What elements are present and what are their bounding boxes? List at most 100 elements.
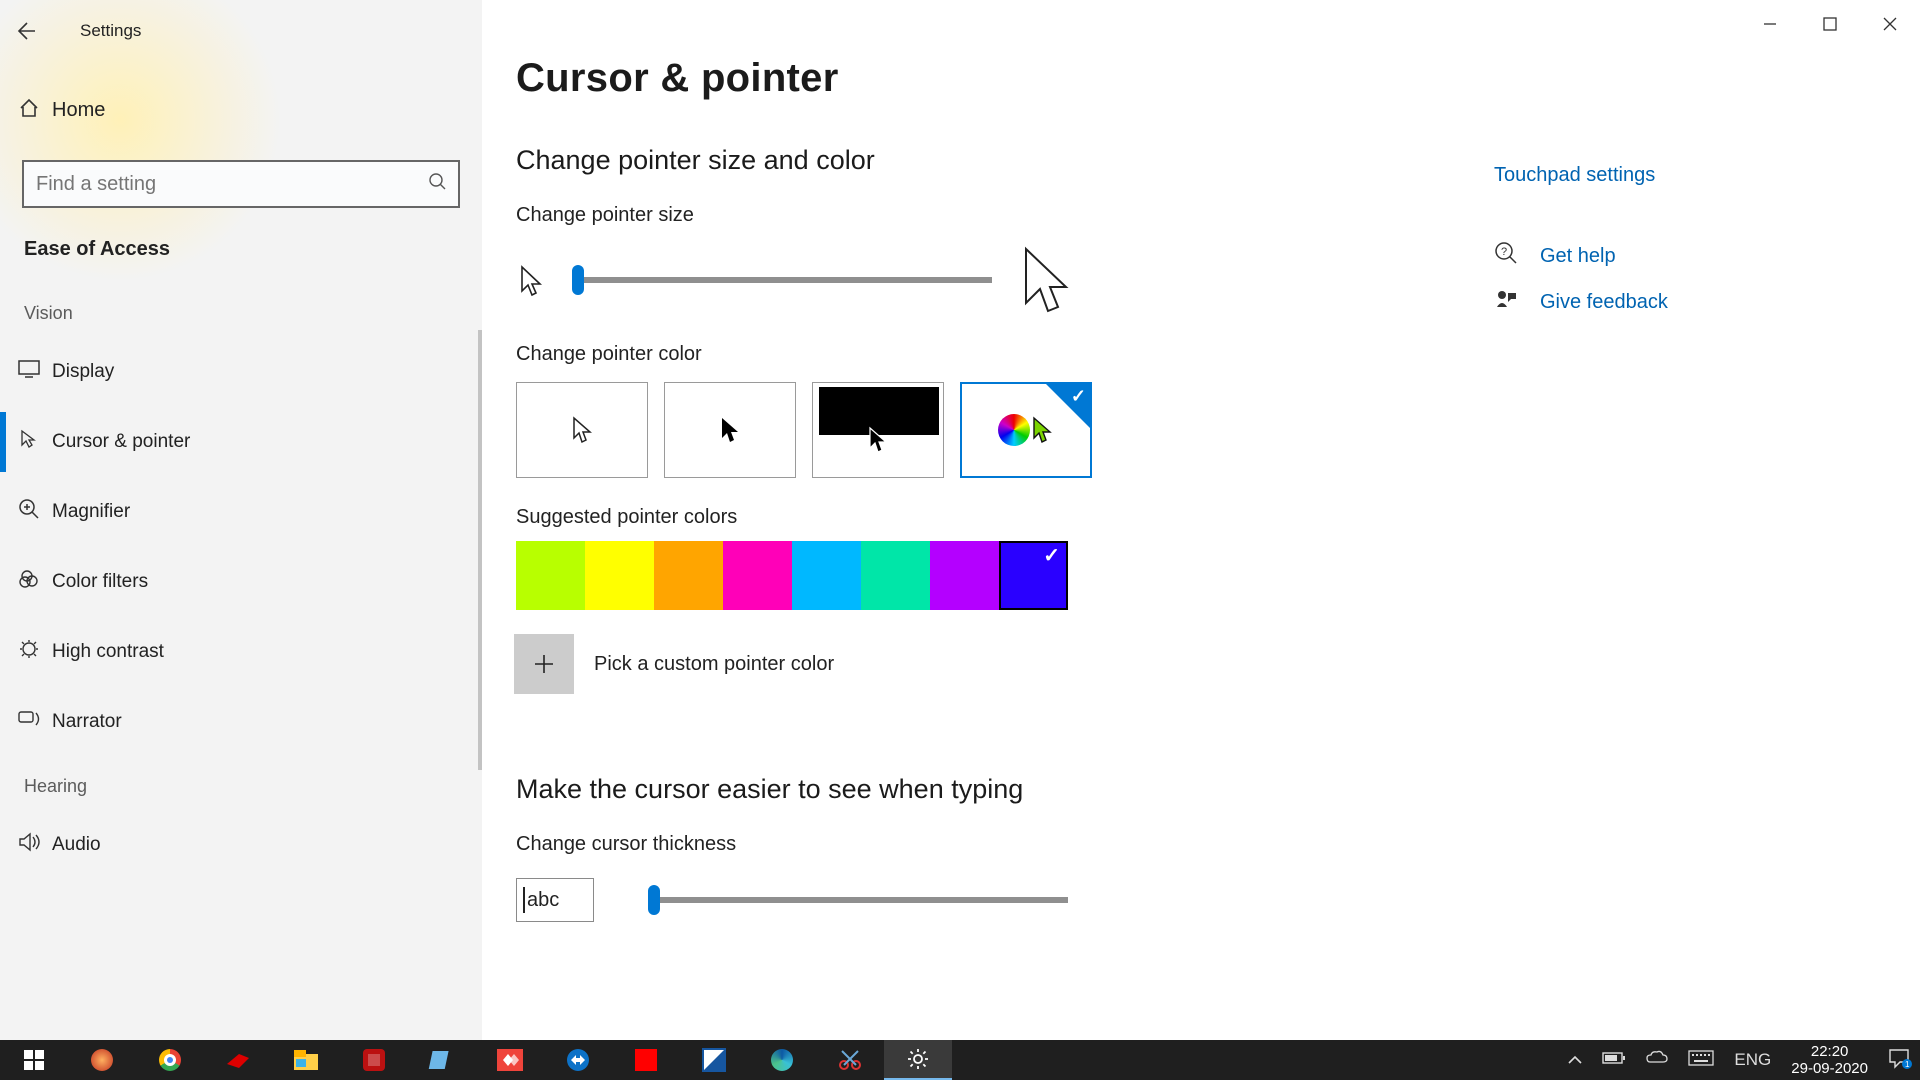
cursor-pointer-icon — [18, 428, 52, 456]
sidebar-category: Ease of Access — [0, 208, 482, 289]
back-button[interactable] — [0, 6, 50, 56]
sidebar-home[interactable]: Home — [0, 80, 482, 140]
taskbar-app-pdf[interactable] — [340, 1040, 408, 1080]
tray-language[interactable]: ENG — [1724, 1050, 1781, 1070]
app-title: Settings — [50, 21, 141, 41]
taskbar-app-red[interactable] — [612, 1040, 680, 1080]
taskbar-app-teamviewer[interactable] — [544, 1040, 612, 1080]
color-swatch[interactable] — [861, 541, 930, 610]
label-cursor-thickness: Change cursor thickness — [516, 833, 1920, 856]
section-vision: Vision — [0, 289, 482, 342]
sidebar-item-magnifier[interactable]: Magnifier — [0, 482, 482, 542]
teamviewer-icon — [567, 1049, 589, 1071]
ccleaner-icon — [225, 1050, 251, 1070]
suggested-color-swatches — [516, 541, 1920, 610]
pointer-color-white[interactable] — [516, 382, 648, 478]
home-icon — [18, 97, 52, 124]
sidebar-home-label: Home — [52, 99, 105, 122]
minimize-button[interactable] — [1740, 4, 1800, 44]
color-swatch[interactable] — [654, 541, 723, 610]
taskbar: ENG 22:20 29-09-2020 1 — [0, 1040, 1920, 1080]
maximize-button[interactable] — [1800, 4, 1860, 44]
color-swatch[interactable] — [723, 541, 792, 610]
sidebar-item-color-filters[interactable]: Color filters — [0, 552, 482, 612]
sidebar-item-display[interactable]: Display — [0, 342, 482, 402]
touchpad-settings-link[interactable]: Touchpad settings — [1494, 164, 1774, 187]
narrator-icon — [18, 709, 52, 735]
taskbar-app-file-explorer[interactable] — [272, 1040, 340, 1080]
get-help-icon: ? — [1494, 241, 1520, 271]
search-icon — [418, 173, 458, 196]
svg-text:1: 1 — [1905, 1060, 1910, 1069]
gear-icon — [907, 1048, 929, 1070]
sidebar: Settings Home Ease of Access Vision Disp… — [0, 0, 482, 1040]
start-button[interactable] — [0, 1040, 68, 1080]
file-explorer-icon — [294, 1050, 318, 1070]
get-help-link[interactable]: Get help — [1540, 245, 1616, 268]
pick-custom-color-label: Pick a custom pointer color — [594, 653, 834, 676]
taskbar-app-image-viewer[interactable] — [680, 1040, 748, 1080]
taskbar-app-notepad[interactable] — [408, 1040, 476, 1080]
abc-sample-text: abc — [527, 889, 559, 912]
plus-icon — [533, 653, 555, 675]
red-square-icon — [635, 1049, 657, 1071]
tray-onedrive-icon[interactable] — [1636, 1050, 1678, 1070]
high-contrast-icon — [18, 638, 52, 666]
sidebar-item-audio[interactable]: Audio — [0, 815, 482, 875]
taskbar-app-snip[interactable] — [816, 1040, 884, 1080]
pick-custom-color-button[interactable] — [514, 634, 574, 694]
cursor-inverted-icon — [866, 426, 890, 454]
search-input[interactable] — [24, 173, 418, 196]
taskbar-app-settings[interactable] — [884, 1040, 952, 1080]
anydesk-icon — [497, 1049, 523, 1071]
pointer-size-slider[interactable] — [572, 277, 992, 283]
taskbar-app-huawei[interactable] — [68, 1040, 136, 1080]
taskbar-app-anydesk[interactable] — [476, 1040, 544, 1080]
sidebar-item-label: Display — [52, 361, 114, 383]
snip-icon — [838, 1049, 862, 1071]
page-title: Cursor & pointer — [516, 56, 1920, 101]
close-button[interactable] — [1860, 4, 1920, 44]
feedback-icon — [1494, 287, 1520, 317]
cursor-black-icon — [718, 416, 742, 444]
tray-battery-icon[interactable] — [1592, 1051, 1636, 1069]
color-swatch[interactable] — [930, 541, 999, 610]
cursor-thickness-slider[interactable] — [648, 897, 1068, 903]
color-swatch[interactable] — [999, 541, 1068, 610]
edge-icon — [771, 1049, 793, 1071]
give-feedback-link[interactable]: Give feedback — [1540, 291, 1668, 314]
titlebar: Settings — [0, 6, 482, 56]
taskbar-app-edge[interactable] — [748, 1040, 816, 1080]
label-pointer-color: Change pointer color — [516, 343, 1920, 366]
sidebar-item-label: Audio — [52, 834, 101, 856]
slider-thumb[interactable] — [648, 885, 660, 915]
pointer-color-black[interactable] — [664, 382, 796, 478]
color-swatch[interactable] — [516, 541, 585, 610]
sidebar-item-narrator[interactable]: Narrator — [0, 692, 482, 752]
cursor-thickness-preview: abc — [516, 878, 594, 922]
taskbar-app-chrome[interactable] — [136, 1040, 204, 1080]
color-swatch[interactable] — [585, 541, 654, 610]
tray-clock[interactable]: 22:20 29-09-2020 — [1781, 1043, 1878, 1077]
taskbar-app-ccleaner[interactable] — [204, 1040, 272, 1080]
tray-action-center[interactable]: 1 — [1878, 1048, 1920, 1072]
magnifier-icon — [18, 498, 52, 526]
chrome-icon — [159, 1049, 181, 1071]
huawei-icon — [91, 1049, 113, 1071]
tray-keyboard-icon[interactable] — [1678, 1050, 1724, 1070]
pdf-icon — [363, 1049, 385, 1071]
sidebar-item-high-contrast[interactable]: High contrast — [0, 622, 482, 682]
tray-time: 22:20 — [1791, 1043, 1868, 1060]
cursor-white-icon — [570, 416, 594, 444]
tray-overflow[interactable] — [1558, 1052, 1592, 1069]
search-box[interactable] — [22, 160, 460, 208]
pointer-color-custom[interactable] — [960, 382, 1092, 478]
heading-cursor-thickness: Make the cursor easier to see when typin… — [516, 774, 1920, 805]
section-hearing: Hearing — [0, 762, 482, 815]
sidebar-item-label: Narrator — [52, 711, 122, 733]
slider-thumb[interactable] — [572, 265, 584, 295]
pointer-color-inverted[interactable] — [812, 382, 944, 478]
cursor-small-icon — [516, 263, 546, 297]
sidebar-item-cursor-pointer[interactable]: Cursor & pointer — [0, 412, 482, 472]
color-swatch[interactable] — [792, 541, 861, 610]
